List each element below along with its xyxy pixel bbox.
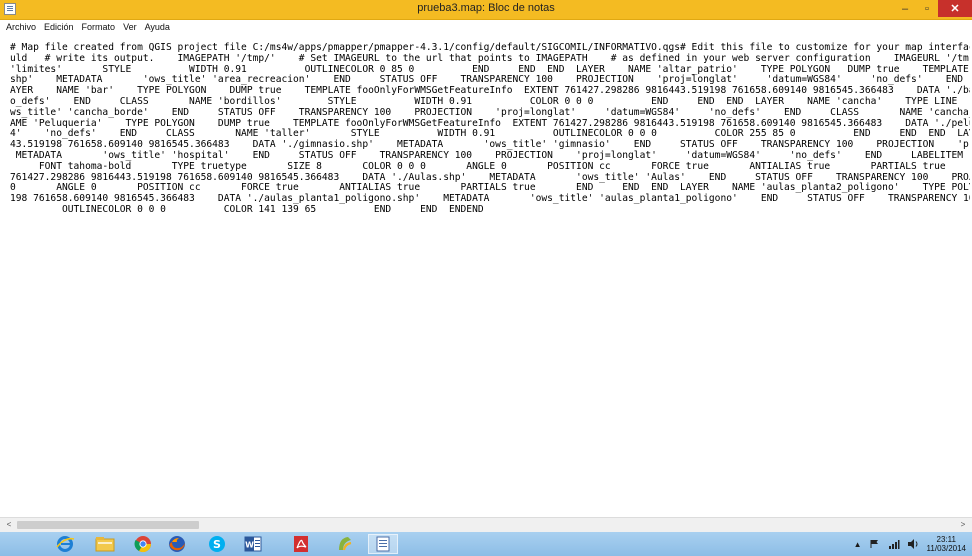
editor-line: AYER NAME 'bar' TYPE POLYGON DUMP true T… — [10, 85, 970, 97]
editor-line: uld # write its output. IMAGEPATH '/tmp/… — [10, 52, 969, 64]
word-icon[interactable]: W — [238, 534, 268, 554]
menu-archivo[interactable]: Archivo — [0, 20, 40, 34]
horizontal-scrollbar[interactable]: < > — [0, 517, 972, 532]
editor-line: 43.519198 761658.609140 9816545.366483 D… — [10, 139, 970, 151]
acrobat-icon[interactable] — [286, 534, 316, 554]
scrollbar-thumb[interactable] — [17, 521, 199, 529]
menu-formato[interactable]: Formato — [78, 20, 120, 34]
firefox-icon[interactable] — [162, 534, 192, 554]
qgis-icon[interactable] — [330, 534, 360, 554]
internet-explorer-icon[interactable] — [50, 534, 80, 554]
volume-icon[interactable] — [907, 538, 920, 550]
notepad-icon[interactable] — [368, 534, 398, 554]
editor-line: 198 761658.609140 9816545.366483 DATA '.… — [10, 193, 970, 205]
taskbar-clock[interactable]: 23:11 11/03/2014 — [927, 535, 966, 553]
system-tray: ▲ 23:11 11/03/2014 — [854, 534, 966, 554]
network-icon[interactable] — [888, 538, 900, 550]
clock-time: 23:11 — [936, 535, 956, 544]
window-title: prueba3.map: Bloc de notas — [417, 2, 555, 14]
editor-content[interactable]: # Map file created from QGIS project fil… — [10, 42, 970, 216]
editor-line: 0 ANGLE 0 POSITION cc FORCE true ANTIALI… — [10, 182, 970, 194]
editor-line: 4' 'no_defs' END CLASS NAME 'taller' STY… — [10, 128, 970, 140]
scroll-right-arrow[interactable]: > — [956, 518, 970, 532]
taskbar: S W ▲ 23:11 11/03/2014 — [0, 532, 972, 556]
editor-line: o_defs' END CLASS NAME 'bordillos' STYLE… — [10, 95, 970, 107]
editor-line: 'limites' STYLE WIDTH 0.91 OUTLINECOLOR … — [10, 63, 970, 75]
menu-ayuda[interactable]: Ayuda — [141, 20, 174, 34]
skype-icon[interactable]: S — [202, 534, 232, 554]
editor-line: METADATA 'ows_title' 'hospital' END STAT… — [10, 149, 970, 161]
scroll-left-arrow[interactable]: < — [2, 518, 16, 532]
editor-line: 761427.298286 9816443.519198 761658.6091… — [10, 171, 970, 183]
editor-line: shp' METADATA 'ows_title' 'area_recreaci… — [10, 74, 970, 86]
menu-edicion[interactable]: Edición — [40, 20, 78, 34]
editor-line: FONT tahoma-bold TYPE truetype SIZE 8 CO… — [10, 160, 970, 172]
action-center-flag-icon[interactable] — [869, 539, 881, 549]
editor-line: # Map file created from QGIS project fil… — [10, 42, 970, 53]
editor-line: OUTLINECOLOR 0 0 0 COLOR 141 139 65 END … — [10, 203, 484, 215]
menu-ver[interactable]: Ver — [119, 20, 141, 34]
window-controls: – ▫ ✕ — [894, 0, 972, 19]
chrome-icon[interactable] — [128, 534, 158, 554]
maximize-button[interactable]: ▫ — [916, 0, 938, 17]
menu-bar: Archivo Edición Formato Ver Ayuda — [0, 20, 972, 34]
editor-line: AME 'Peluqueria' TYPE POLYGON DUMP true … — [10, 117, 970, 129]
file-explorer-icon[interactable] — [90, 534, 120, 554]
title-bar[interactable]: prueba3.map: Bloc de notas – ▫ ✕ — [0, 0, 972, 20]
show-hidden-icons-icon[interactable]: ▲ — [854, 540, 862, 549]
svg-text:W: W — [245, 541, 254, 550]
close-button[interactable]: ✕ — [938, 0, 972, 17]
clock-date: 11/03/2014 — [926, 544, 966, 553]
minimize-button[interactable]: – — [894, 0, 916, 17]
svg-text:S: S — [213, 538, 221, 551]
text-editor[interactable]: # Map file created from QGIS project fil… — [2, 35, 970, 517]
editor-line: ws_title' 'cancha_borde' END STATUS OFF … — [10, 106, 970, 118]
